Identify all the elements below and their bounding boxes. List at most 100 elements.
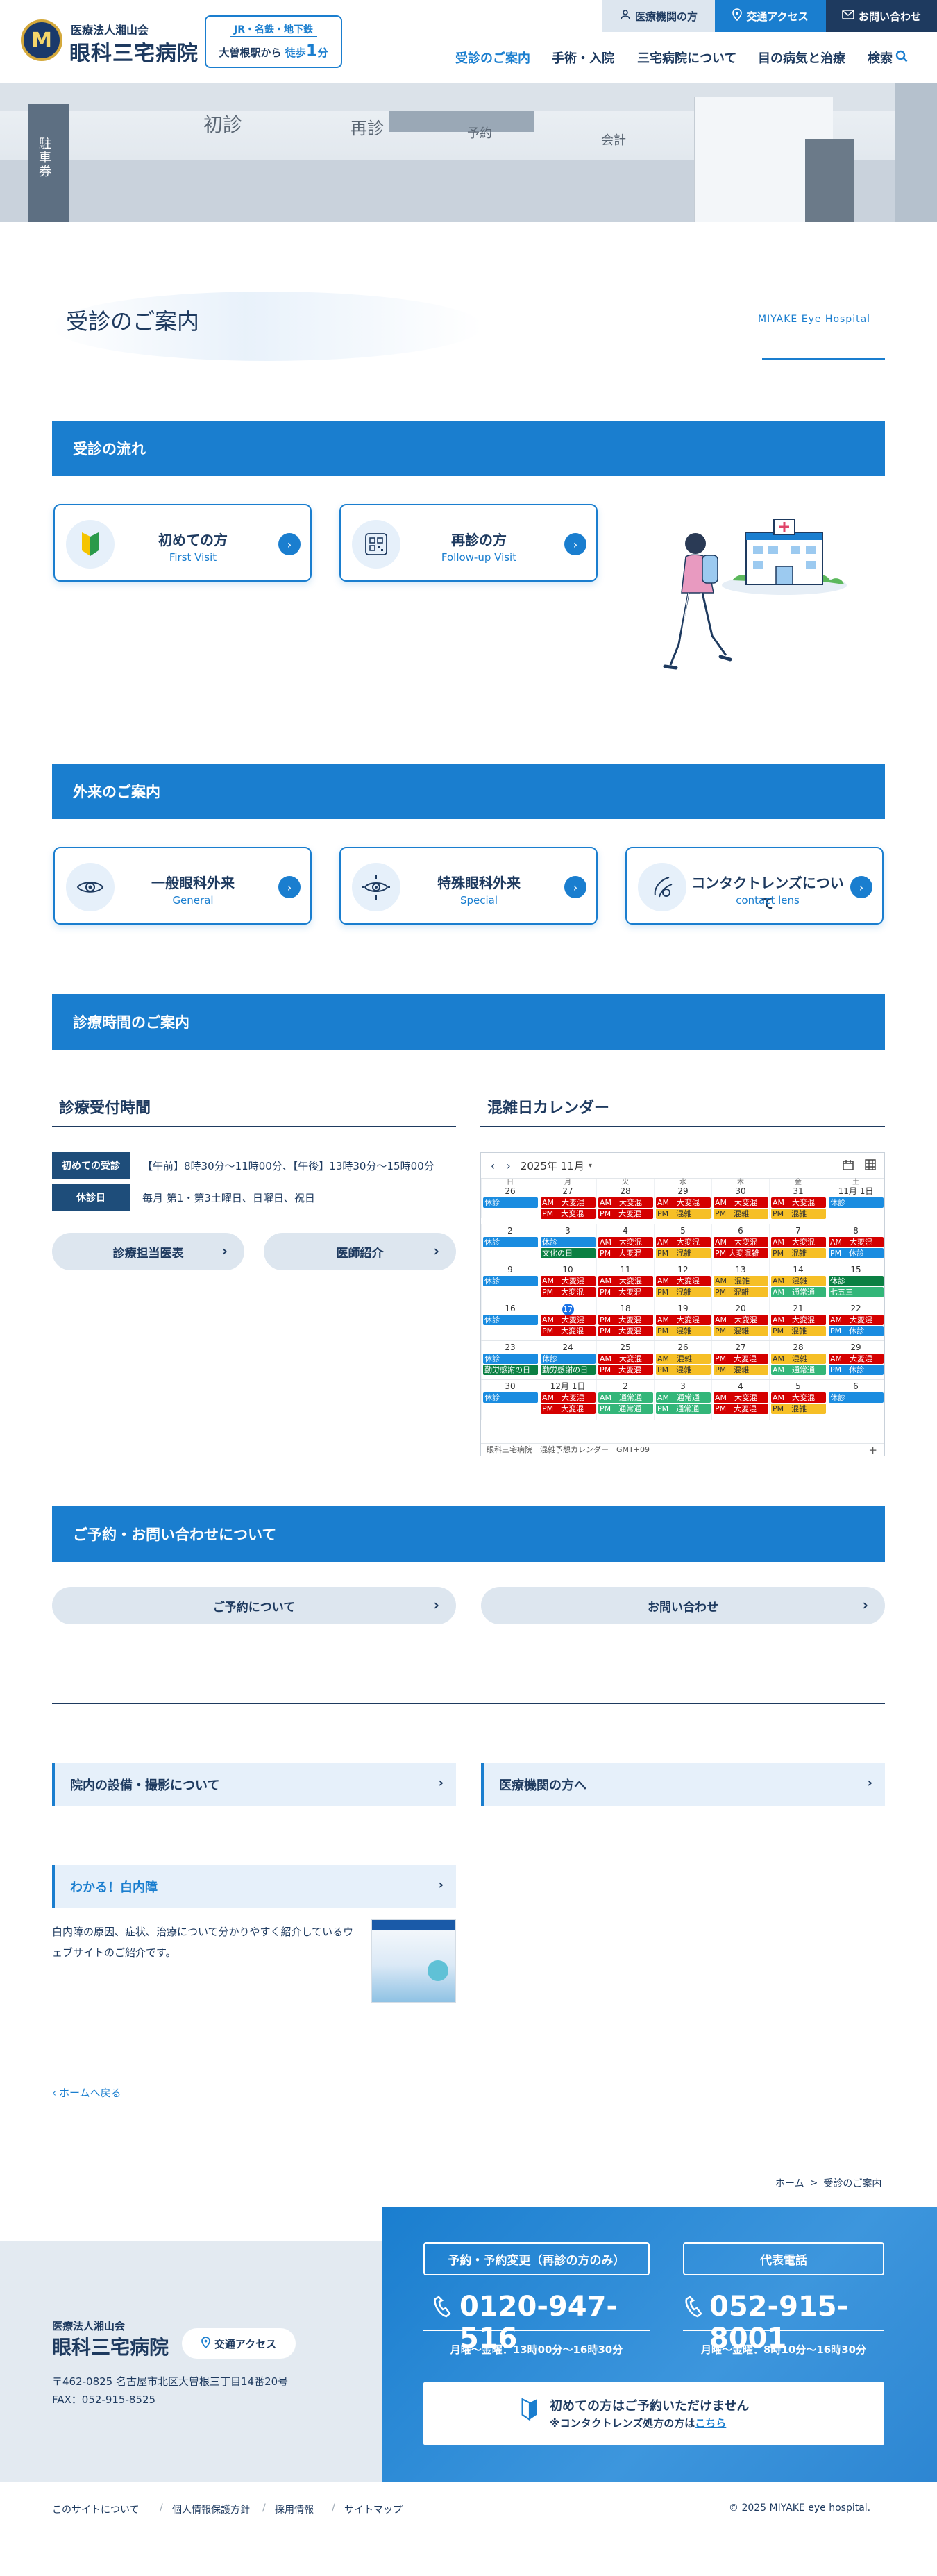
calendar-event[interactable]: PM 休診 (829, 1326, 884, 1336)
calendar-day-cell[interactable]: 25 AM 大変混 PM 大変混 (596, 1341, 654, 1381)
calendar-event[interactable]: PM 混雑 (656, 1287, 711, 1297)
calendar-day-cell[interactable]: 5 AM 大変混 PM 混雑 (769, 1380, 827, 1420)
calendar-event[interactable]: AM 通常通 (656, 1392, 711, 1403)
follow-up-card[interactable]: 再診の方 Follow-up Visit › (339, 504, 598, 582)
calendar-event[interactable]: AM 大変混 (541, 1392, 596, 1403)
calendar-event[interactable]: AM 大変混 (829, 1315, 884, 1325)
calendar-event[interactable]: PM 大変混 (598, 1315, 653, 1325)
calendar-day-cell[interactable]: 4 AM 大変混 PM 大変混 (596, 1224, 654, 1264)
calendar-event[interactable]: AM 大変混 (829, 1237, 884, 1247)
calendar-event[interactable]: AM 大変混 (598, 1237, 653, 1247)
grid-view-icon[interactable] (865, 1159, 876, 1172)
calendar-day-cell[interactable]: 20 AM 大変混 PM 混雑 (711, 1302, 769, 1342)
contact-lens-card[interactable]: コンタクトレンズについて contact lens › (625, 847, 884, 925)
calendar-day-cell[interactable]: 15 休診 七五三 (827, 1263, 884, 1303)
calendar-event[interactable]: PM 混雑 (656, 1248, 711, 1258)
calendar-event[interactable]: AM 大変混 (771, 1392, 826, 1403)
calendar-event[interactable]: AM 大変混 (541, 1315, 596, 1325)
calendar-view-icon[interactable] (843, 1159, 854, 1172)
calendar-event[interactable]: 休診 (483, 1354, 538, 1364)
calendar-event[interactable]: 休診 (541, 1237, 596, 1247)
calendar-event[interactable]: 休診 (541, 1354, 596, 1364)
access-button[interactable]: 交通アクセス (715, 0, 826, 32)
calendar-day-cell[interactable]: 22 AM 大変混 PM 休診 (827, 1302, 884, 1342)
calendar-event[interactable]: AM 大変混 (598, 1197, 653, 1208)
calendar-event[interactable]: PM 混雑 (714, 1365, 768, 1375)
calendar-day-cell[interactable]: 13 AM 混雑 PM 混雑 (711, 1263, 769, 1303)
calendar-event[interactable]: PM 混雑 (771, 1248, 826, 1258)
nav-consultation[interactable]: 受診のご案内 (455, 49, 530, 67)
calendar-event[interactable]: PM 混雑 (771, 1326, 826, 1336)
calendar-event[interactable]: PM 混雑 (714, 1209, 768, 1219)
calendar-event[interactable]: AM 混雑 (771, 1276, 826, 1286)
next-month-icon[interactable]: › (506, 1159, 510, 1172)
calendar-event[interactable]: 休診 (483, 1315, 538, 1325)
calendar-event[interactable]: 勤労感謝の日 (541, 1365, 596, 1375)
calendar-day-cell[interactable]: 12月 1日 AM 大変混 PM 大変混 (539, 1380, 596, 1420)
calendar-event[interactable]: AM 通常通 (771, 1287, 826, 1297)
calendar-day-cell[interactable]: 5 AM 大変混 PM 混雑 (654, 1224, 711, 1264)
calendar-month[interactable]: 2025年 11月 (521, 1159, 584, 1173)
cataract-site-thumbnail[interactable] (371, 1919, 456, 2003)
calendar-day-cell[interactable]: 4 AM 大変混 PM 大変混 (711, 1380, 769, 1420)
calendar-day-cell[interactable]: 日 26 休診 (481, 1179, 539, 1218)
calendar-event[interactable]: AM 大変混 (541, 1197, 596, 1208)
calendar-event[interactable]: PM 大変混 (598, 1209, 653, 1219)
calendar-event[interactable]: 休診 (829, 1276, 884, 1286)
calendar-event[interactable]: 文化の日 (541, 1248, 596, 1258)
nav-surgery[interactable]: 手術・入院 (552, 49, 614, 67)
footer-access-button[interactable]: 交通アクセス (182, 2328, 296, 2359)
calendar-event[interactable]: AM 大変混 (714, 1315, 768, 1325)
calendar-event[interactable]: AM 大変混 (714, 1392, 768, 1403)
calendar-day-cell[interactable]: 14 AM 混雑 AM 通常通 (769, 1263, 827, 1303)
calendar-day-cell[interactable]: 木 30 AM 大変混 PM 混雑 (711, 1179, 769, 1219)
calendar-day-cell[interactable]: 29 AM 大変混 PM 休診 (827, 1341, 884, 1381)
calendar-day-cell[interactable]: 火 28 AM 大変混 PM 大変混 (596, 1179, 654, 1219)
calendar-event[interactable]: 休診 (483, 1276, 538, 1286)
medical-institution-link[interactable]: 医療機関の方へ › (481, 1763, 885, 1806)
calendar-event[interactable]: PM 大変混 (598, 1326, 653, 1336)
calendar-day-cell[interactable]: 12 AM 大変混 PM 混雑 (654, 1263, 711, 1303)
calendar-event[interactable]: PM 大変混 (598, 1248, 653, 1258)
calendar-event[interactable]: AM 大変混 (541, 1276, 596, 1286)
calendar-event[interactable]: PM 通常通 (598, 1404, 653, 1414)
footer-link-recruit[interactable]: 採用情報 (275, 2502, 314, 2516)
calendar-day-cell[interactable]: 3 AM 通常通 PM 通常通 (654, 1380, 711, 1420)
footer-link-about[interactable]: このサイトについて (52, 2502, 140, 2516)
calendar-event[interactable]: AM 大変混 (771, 1237, 826, 1247)
contact-lens-notice-link[interactable]: こちら (695, 2417, 726, 2430)
main-phone-row[interactable]: 052-915-8001 (683, 2291, 884, 2355)
calendar-event[interactable]: AM 大変混 (656, 1197, 711, 1208)
calendar-day-cell[interactable]: 水 29 AM 大変混 PM 混雑 (654, 1179, 711, 1219)
breadcrumb-home[interactable]: ホーム (775, 2176, 804, 2190)
nav-diseases[interactable]: 目の病気と治療 (758, 49, 845, 67)
calendar-day-cell[interactable]: 6 休診 (827, 1380, 884, 1420)
calendar-event[interactable]: PM 休診 (829, 1248, 884, 1258)
calendar-day-cell[interactable]: 10 AM 大変混 PM 大変混 (539, 1263, 596, 1303)
calendar-event[interactable]: 勤労感謝の日 (483, 1365, 538, 1375)
calendar-day-cell[interactable]: 19 AM 大変混 PM 混雑 (654, 1302, 711, 1342)
calendar-day-cell[interactable]: 6 AM 大変混 PM 大変混雑 (711, 1224, 769, 1264)
congestion-calendar[interactable]: ‹ › 2025年 11月 ▾ 日 26 休診月 27 AM 大変混 PM 大変混火 28 A… (480, 1152, 885, 1456)
calendar-event[interactable]: AM 混雑 (714, 1276, 768, 1286)
facility-link[interactable]: 院内の設備・撮影について › (52, 1763, 456, 1806)
nav-search[interactable]: 検索 (868, 49, 908, 67)
calendar-day-cell[interactable]: 8 AM 大変混 PM 休診 (827, 1224, 884, 1264)
calendar-event[interactable]: AM 通常通 (598, 1392, 653, 1403)
calendar-event[interactable]: AM 大変混 (598, 1276, 653, 1286)
calendar-event[interactable]: PM 混雑 (771, 1209, 826, 1219)
calendar-event[interactable]: AM 大変混 (656, 1237, 711, 1247)
first-visit-card[interactable]: 初めての方 First Visit › (53, 504, 312, 582)
calendar-event[interactable]: PM 大変混 (541, 1404, 596, 1414)
calendar-day-cell[interactable]: 月 27 AM 大変混 PM 大変混 (539, 1179, 596, 1219)
calendar-event[interactable]: AM 混雑 (771, 1354, 826, 1364)
calendar-event[interactable]: PM 混雑 (656, 1365, 711, 1375)
calendar-event[interactable]: PM 混雑 (714, 1326, 768, 1336)
nav-about[interactable]: 三宅病院について (637, 49, 736, 67)
calendar-event[interactable]: PM 大変混 (714, 1404, 768, 1414)
calendar-event[interactable]: AM 混雑 (656, 1354, 711, 1364)
reserve-phone-row[interactable]: 0120-947-516 (423, 2291, 650, 2355)
calendar-event[interactable]: AM 大変混 (714, 1237, 768, 1247)
calendar-event[interactable]: 休診 (829, 1392, 884, 1403)
calendar-event[interactable]: AM 大変混 (598, 1354, 653, 1364)
